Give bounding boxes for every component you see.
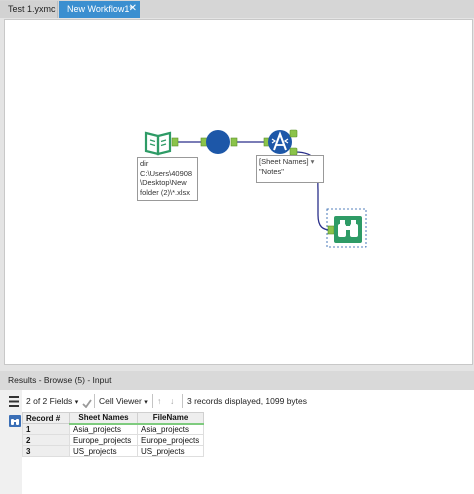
column-header[interactable]: Record # (22, 412, 70, 424)
fields-label: 2 of 2 Fields (26, 396, 73, 406)
close-icon[interactable]: ✕ (129, 1, 137, 17)
chevron-down-icon: ▾ (144, 399, 148, 406)
app-window: Test 1.yxmc New Workflow1* ✕ dir C:\User… (0, 0, 474, 494)
table-cell[interactable]: US_projects (137, 445, 204, 457)
results-table: Record # Sheet Names FileName 1 Asia_pro… (22, 412, 204, 457)
tab-strip: Test 1.yxmc New Workflow1* ✕ (0, 0, 474, 18)
workflow-canvas[interactable]: dir C:\Users\40908 \Desktop\New folder (… (4, 19, 473, 365)
table-row[interactable]: 1 Asia_projects Asia_projects (22, 423, 204, 435)
output-anchor-false[interactable] (289, 147, 298, 156)
cell-viewer-label: Cell Viewer (99, 396, 142, 406)
output-anchor[interactable] (171, 137, 179, 147)
tab-label: New Workflow1* (67, 4, 133, 14)
record-number: 1 (22, 423, 70, 435)
table-cell[interactable]: Europe_projects (137, 434, 204, 446)
toolbar-divider (152, 394, 153, 408)
fields-dropdown[interactable]: 2 of 2 Fields ▾ (26, 392, 78, 412)
tab-label: Test 1.yxmc (8, 4, 56, 14)
results-header: Results - Browse (5) - Input (0, 371, 474, 390)
chevron-down-icon: ▾ (310, 157, 315, 166)
table-cell[interactable]: Asia_projects (69, 423, 138, 435)
toolbar-divider (94, 394, 95, 408)
annotation-line: "Notes" (259, 166, 284, 176)
browse-binoculars-icon (334, 216, 362, 243)
output-anchor[interactable] (230, 137, 238, 147)
input-data-tool[interactable] (144, 128, 179, 156)
records-status: 3 records displayed, 1099 bytes (187, 396, 308, 406)
circle-tool[interactable] (200, 130, 238, 154)
formula-a-icon (268, 130, 292, 154)
browse-tool[interactable] (326, 208, 367, 248)
circle-tool-icon (206, 130, 230, 154)
formula-annotation: [Sheet Names] ▾ "Notes" (256, 155, 324, 183)
results-toolbar: 2 of 2 Fields ▾ Cell Viewer ▾ ↑ ↓ 3 reco… (0, 392, 474, 410)
cell-viewer-dropdown[interactable]: Cell Viewer ▾ (99, 392, 148, 412)
output-anchor-true[interactable] (289, 129, 298, 138)
workflow-diagram (144, 128, 367, 248)
results-grid: Record # Sheet Names FileName 1 Asia_pro… (22, 412, 204, 457)
column-header[interactable]: FileName (137, 412, 204, 425)
browse-binoculars-icon[interactable] (9, 414, 21, 432)
table-header-row: Record # Sheet Names FileName (22, 412, 204, 425)
table-row[interactable]: 3 US_projects US_projects (22, 445, 204, 457)
table-cell[interactable]: Europe_projects (69, 434, 138, 446)
chevron-down-icon: ▾ (74, 399, 79, 406)
table-row[interactable]: 2 Europe_projects Europe_projects (22, 434, 204, 446)
tab-new-workflow[interactable]: New Workflow1* ✕ (59, 1, 140, 18)
arrow-down-icon[interactable]: ↓ (170, 392, 174, 410)
arrow-up-icon[interactable]: ↑ (157, 392, 161, 410)
tab-test-1[interactable]: Test 1.yxmc (0, 1, 58, 18)
annotation-line: dir (140, 159, 149, 168)
column-header[interactable]: Sheet Names (69, 412, 138, 425)
annotation-text: [Sheet Names] (259, 157, 309, 166)
input-annotation: dir C:\Users\40908 \Desktop\New folder (… (137, 157, 198, 201)
record-number: 3 (22, 445, 70, 457)
list-icon[interactable] (9, 395, 19, 413)
table-cell[interactable]: Asia_projects (137, 423, 204, 435)
annotation-line: [Sheet Names] ▾ (259, 157, 321, 167)
formula-tool[interactable] (263, 129, 298, 156)
toolbar-divider (182, 394, 183, 408)
annotation-line: folder (2)\*.xlsx (140, 187, 191, 197)
annotation-line: C:\Users\40908 (140, 168, 193, 178)
input-anchor[interactable] (327, 225, 335, 235)
results-panel: 2 of 2 Fields ▾ Cell Viewer ▾ ↑ ↓ 3 reco… (0, 390, 474, 494)
table-cell[interactable]: US_projects (69, 445, 138, 457)
record-number: 2 (22, 434, 70, 446)
annotation-line: \Desktop\New (140, 178, 187, 187)
